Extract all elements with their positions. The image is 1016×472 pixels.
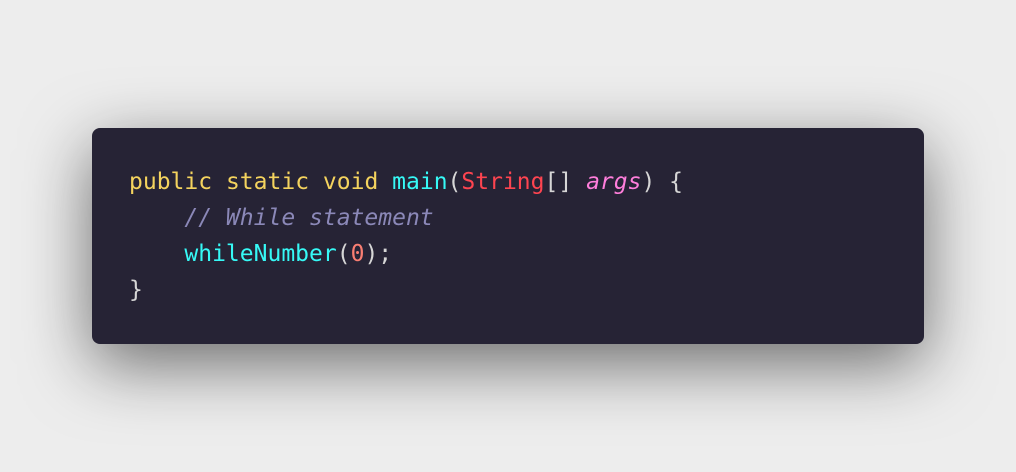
function-call-whilenumber: whileNumber: [184, 241, 337, 267]
close-paren-brace: ) {: [641, 169, 683, 195]
code-line-3: whileNumber(0);: [129, 236, 683, 272]
code-comment: // While statement: [184, 205, 434, 231]
code-block: public static void main(String[] args) {…: [129, 164, 683, 308]
type-string: String: [461, 169, 545, 195]
keyword-public: public: [129, 169, 213, 195]
close-paren-semicolon: );: [364, 241, 393, 267]
code-line-2: // While statement: [129, 200, 683, 236]
screenshot-backdrop: public static void main(String[] args) {…: [0, 0, 1016, 472]
code-line-1: public static void main(String[] args) {: [129, 164, 683, 200]
closing-brace: }: [129, 277, 143, 303]
number-literal: 0: [350, 241, 365, 267]
keyword-void: void: [322, 169, 379, 195]
open-paren: (: [336, 241, 351, 267]
keyword-static: static: [225, 169, 310, 195]
code-line-4: }: [129, 272, 683, 308]
array-brackets: []: [544, 169, 573, 195]
parameter-args: args: [586, 169, 642, 195]
function-name-main: main: [392, 169, 448, 195]
code-snippet-window: public static void main(String[] args) {…: [92, 128, 924, 344]
open-paren: (: [447, 169, 462, 195]
